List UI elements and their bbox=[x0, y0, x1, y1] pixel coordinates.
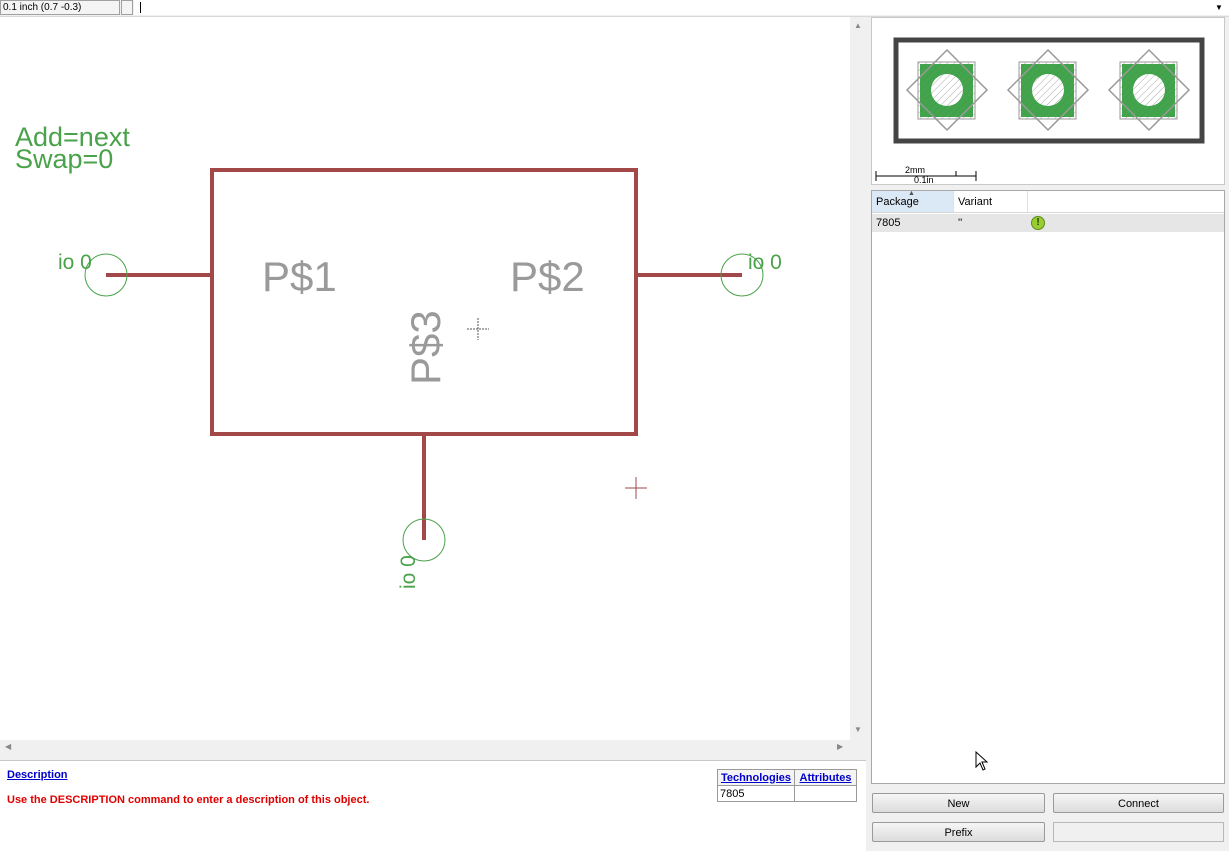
pin-name-p3: P$3 bbox=[402, 310, 449, 385]
technologies-header-link[interactable]: Technologies bbox=[717, 769, 795, 786]
description-link[interactable]: Description bbox=[7, 769, 68, 781]
new-button[interactable]: New bbox=[872, 793, 1045, 813]
variant-name-cell: '' bbox=[958, 217, 963, 229]
pin-io-label-right: io 0 bbox=[748, 251, 782, 274]
mouse-pointer-icon bbox=[975, 751, 989, 771]
description-panel: Description Use the DESCRIPTION command … bbox=[0, 760, 866, 851]
schematic-canvas[interactable]: Add=next Swap=0 io 0 io 0 io 0 P$1 P$2 P… bbox=[0, 17, 850, 740]
scroll-right-icon[interactable]: ▶ bbox=[837, 742, 843, 751]
scroll-down-icon[interactable]: ▼ bbox=[854, 725, 862, 734]
list-header: Package ▲ Variant bbox=[872, 190, 1224, 213]
annotation-swap: Swap=0 bbox=[15, 144, 113, 174]
package-variant-list[interactable]: Package ▲ Variant 7805 '' ! bbox=[871, 190, 1225, 784]
scroll-left-icon[interactable]: ◀ bbox=[5, 742, 11, 751]
attribute-cell[interactable] bbox=[794, 785, 857, 802]
column-header-variant[interactable]: Variant bbox=[954, 191, 1028, 212]
table-row[interactable]: 7805 '' ! bbox=[872, 214, 1224, 232]
package-preview: 2mm 0.1in bbox=[871, 17, 1225, 185]
canvas-vertical-scrollbar[interactable]: ▲ ▼ bbox=[850, 17, 866, 740]
connect-button[interactable]: Connect bbox=[1053, 793, 1224, 813]
technology-cell[interactable]: 7805 bbox=[717, 785, 795, 802]
pad-1 bbox=[905, 48, 989, 132]
prefix-value-field bbox=[1053, 822, 1224, 842]
table-row[interactable]: 7805 bbox=[717, 785, 857, 802]
description-hint-text: Use the DESCRIPTION command to enter a d… bbox=[7, 794, 370, 806]
package-name-cell: 7805 bbox=[876, 217, 901, 229]
pin-name-p2: P$2 bbox=[510, 253, 585, 300]
pin-io-label-bottom: io 0 bbox=[397, 555, 420, 589]
pad-2 bbox=[1006, 48, 1090, 132]
scale-label-mm: 2mm bbox=[905, 165, 925, 175]
grid-coordinate-display: 0.1 inch (0.7 -0.3) bbox=[0, 0, 120, 15]
crosshair-cursor-icon bbox=[467, 318, 489, 340]
pin-name-p1: P$1 bbox=[262, 253, 337, 300]
origin-cross-icon bbox=[625, 477, 647, 499]
command-line-input[interactable] bbox=[134, 0, 1229, 15]
symbol-body-rectangle[interactable] bbox=[210, 168, 638, 436]
column-header-package[interactable]: Package ▲ bbox=[872, 190, 954, 212]
prefix-button[interactable]: Prefix bbox=[872, 822, 1045, 842]
attributes-header-link[interactable]: Attributes bbox=[794, 769, 857, 786]
scroll-up-icon[interactable]: ▲ bbox=[854, 21, 862, 30]
technologies-attributes-table: Technologies Attributes 7805 bbox=[717, 769, 857, 802]
coordinate-divider bbox=[121, 0, 133, 15]
scale-label-in: 0.1in bbox=[914, 175, 934, 184]
pad-3 bbox=[1107, 48, 1191, 132]
pin-io-label-left: io 0 bbox=[58, 251, 92, 274]
sort-ascending-icon: ▲ bbox=[908, 190, 915, 197]
canvas-horizontal-scrollbar[interactable]: ◀ ▶ bbox=[0, 740, 850, 754]
warning-icon: ! bbox=[1031, 216, 1045, 230]
text-caret bbox=[140, 2, 141, 13]
command-history-dropdown-icon[interactable]: ▼ bbox=[1212, 1, 1226, 15]
